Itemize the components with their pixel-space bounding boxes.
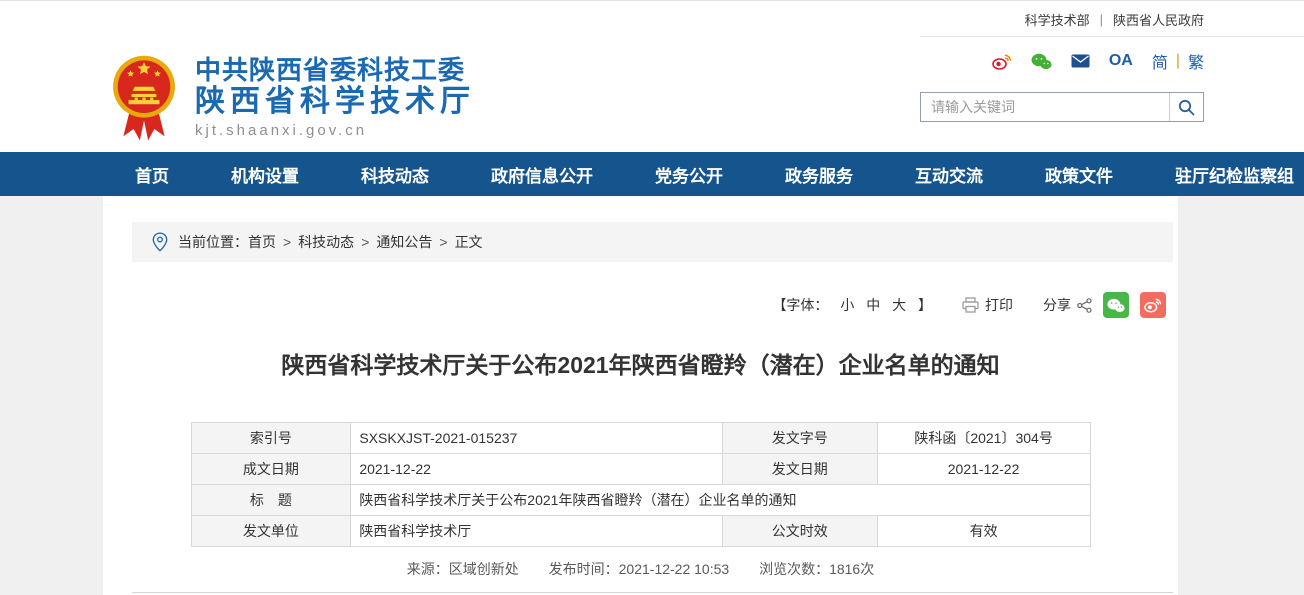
validity-value: 有效 [876,515,1091,547]
breadcrumb-separator: > [439,234,448,250]
lang-traditional[interactable]: 繁 [1188,49,1204,73]
publish-label: 发布时间： [548,561,619,577]
meta-views: 浏览次数：1816次 [759,561,874,577]
date-written-value: 2021-12-22 [350,453,723,485]
publish-value: 2021-12-22 10:53 [618,561,730,577]
doc-title-value: 陕西省科学技术厅关于公布2021年陕西省瞪羚（潜在）企业名单的通知 [350,484,1091,516]
org-name-line2: 陕西省科学技术厅 [195,84,475,118]
breadcrumb-home[interactable]: 首页 [248,232,276,252]
search-box [920,92,1204,122]
brand: 中共陕西省委科技工委 陕西省科学技术厅 kjt.shaanxi.gov.cn [103,37,475,152]
share-group: 分享 [1043,292,1166,318]
table-row: 标 题 陕西省科学技术厅关于公布2021年陕西省瞪羚（潜在）企业名单的通知 [190,484,1091,516]
weibo-share-button[interactable] [1140,292,1166,318]
index-number-label: 索引号 [190,422,352,454]
breadcrumb-notices[interactable]: 通知公告 [376,232,432,252]
wechat-icon[interactable] [1031,53,1052,70]
oa-link[interactable]: OA [1109,52,1133,70]
font-size-control: 【字体： 小 中 大 】 [768,295,936,315]
search-icon [1178,99,1195,115]
validity-label: 公文时效 [721,515,878,547]
org-name-line1: 中共陕西省委科技工委 [195,54,466,85]
share-nodes-icon[interactable] [1077,297,1092,313]
location-pin-icon [152,232,168,252]
font-size-label-close: 】 [918,297,932,313]
wechat-share-icon [1107,298,1125,312]
font-size-large-button[interactable]: 大 [892,297,906,313]
topbar-separator: | [1099,11,1103,27]
nav-item-tech-news[interactable]: 科技动态 [330,162,460,187]
search-button[interactable] [1169,93,1203,121]
source-label: 来源： [406,561,449,577]
link-provincial-gov[interactable]: 陕西省人民政府 [1113,10,1204,29]
doc-number-value: 陕科函〔2021〕304号 [876,422,1091,454]
site-url: kjt.shaanxi.gov.cn [195,121,368,139]
nav-item-home[interactable]: 首页 [103,162,200,187]
content-divider [132,592,1173,593]
breadcrumb-tech-news[interactable]: 科技动态 [298,232,354,252]
print-button[interactable]: 打印 [962,295,1013,315]
issuer-label: 发文单位 [190,515,352,547]
lang-simplified[interactable]: 简 [1152,49,1168,73]
national-emblem-logo [113,55,175,140]
breadcrumb-separator: > [361,234,370,250]
table-row: 索引号 SXSKXJST-2021-015237 发文字号 陕科函〔2021〕3… [190,422,1091,454]
mail-icon[interactable] [1071,54,1090,68]
quick-icons-row: OA 简 | 繁 [920,49,1204,73]
topbar-divider [920,36,1304,37]
content-wrapper: 当前位置： 首页 > 科技动态 > 通知公告 > 正文 【字体： 小 中 大 】 [103,196,1178,595]
font-size-small-button[interactable]: 小 [840,297,854,313]
source-value: 区域创新处 [448,561,519,577]
breadcrumb-separator: > [283,234,292,250]
link-most[interactable]: 科学技术部 [1025,10,1090,29]
nav-item-gov-info[interactable]: 政府信息公开 [460,162,624,187]
wechat-share-button[interactable] [1103,292,1129,318]
main-nav: 首页 机构设置 科技动态 政府信息公开 党务公开 政务服务 互动交流 政策文件 … [0,152,1304,196]
lang-separator: | [1175,52,1180,69]
nav-item-party-affairs[interactable]: 党务公开 [624,162,754,187]
site-header: 中共陕西省委科技工委 陕西省科学技术厅 kjt.shaanxi.gov.cn O… [0,37,1304,152]
views-value: 1816次 [829,561,875,577]
breadcrumb: 当前位置： 首页 > 科技动态 > 通知公告 > 正文 [132,222,1173,262]
page-background: 当前位置： 首页 > 科技动态 > 通知公告 > 正文 【字体： 小 中 大 】 [0,196,1304,595]
font-size-label: 【字体： [772,297,829,313]
article-toolbar: 【字体： 小 中 大 】 打印 分享 [103,292,1178,318]
nav-item-interaction[interactable]: 互动交流 [884,162,1014,187]
font-size-medium-button[interactable]: 中 [866,297,880,313]
views-label: 浏览次数： [759,561,830,577]
table-row: 成文日期 2021-12-22 发文日期 2021-12-22 [190,453,1091,485]
nav-item-gov-services[interactable]: 政务服务 [754,162,884,187]
search-input[interactable] [921,93,1169,121]
date-written-label: 成文日期 [190,453,352,485]
document-info-table: 索引号 SXSKXJST-2021-015237 发文字号 陕科函〔2021〕3… [190,422,1091,547]
article-title: 陕西省科学技术厅关于公布2021年陕西省瞪羚（潜在）企业名单的通知 [281,352,1000,378]
weibo-share-icon [1144,298,1162,313]
language-toggle: 简 | 繁 [1152,49,1204,73]
date-issued-label: 发文日期 [721,453,878,485]
table-row: 发文单位 陕西省科学技术厅 公文时效 有效 [190,515,1091,547]
breadcrumb-prefix: 当前位置： [178,234,248,250]
meta-source: 来源：区域创新处 [407,561,519,577]
nav-item-discipline[interactable]: 驻厅纪检监察组 [1144,162,1304,187]
share-label: 分享 [1043,297,1071,313]
issuer-value: 陕西省科学技术厅 [350,515,723,547]
top-links-bar: 科学技术部 | 陕西省人民政府 [0,0,1304,37]
nav-item-org[interactable]: 机构设置 [200,162,330,187]
nav-item-policy-docs[interactable]: 政策文件 [1014,162,1144,187]
print-label: 打印 [985,297,1013,313]
index-number-value: SXSKXJST-2021-015237 [350,422,723,454]
meta-publish-time: 发布时间：2021-12-22 10:53 [549,561,730,577]
printer-icon [962,297,979,313]
weibo-icon[interactable] [992,53,1012,70]
article-meta: 来源：区域创新处 发布时间：2021-12-22 10:53 浏览次数：1816… [103,559,1178,579]
date-issued-value: 2021-12-22 [876,453,1091,485]
doc-number-label: 发文字号 [721,422,878,454]
doc-title-label: 标 题 [190,484,352,516]
breadcrumb-current: 正文 [454,234,483,250]
